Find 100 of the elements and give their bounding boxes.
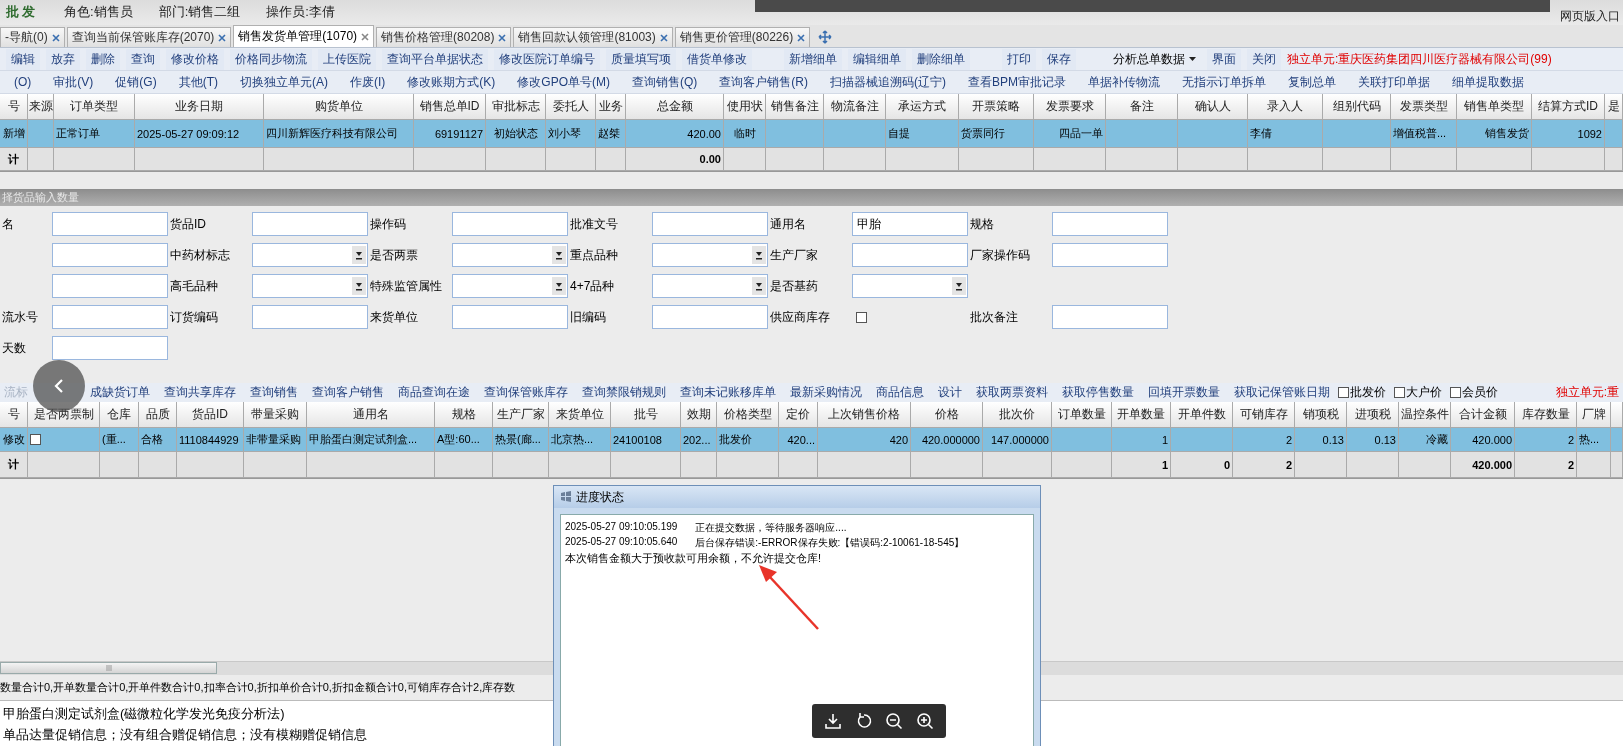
web-entry-link[interactable]: 网页版入口 [1550,0,1620,25]
input-field[interactable] [852,243,968,267]
dropdown-field[interactable] [252,243,368,267]
toolbar-link[interactable]: 获取两票资料 [976,384,1048,401]
tab[interactable]: 销售发货单管理(1070) [233,25,375,47]
toolbar-button[interactable]: 借货单修改 [682,48,752,70]
input-field[interactable] [1052,212,1168,236]
dropdown-field[interactable] [652,243,768,267]
scrollbar-thumb[interactable] [0,662,217,674]
tab[interactable]: -导航(0) [0,27,65,47]
input-field[interactable] [1052,305,1168,329]
close-icon[interactable] [218,33,227,42]
zoom-in-icon[interactable] [915,712,934,730]
toolbar-link[interactable]: 查询共享库存 [164,384,236,401]
input-field[interactable] [252,305,368,329]
caret-icon[interactable] [355,250,363,260]
input-field[interactable] [52,336,168,360]
chevron-left-icon[interactable] [53,378,65,394]
input-field[interactable] [652,305,768,329]
checkbox[interactable] [1338,387,1349,398]
zoom-out-icon[interactable] [885,712,904,730]
checkbox[interactable] [1450,387,1461,398]
toolbar-button[interactable]: 查看BPM审批记录 [960,71,1074,93]
toolbar-link[interactable]: 回填开票数量 [1148,384,1220,401]
input-field[interactable] [52,212,168,236]
add-tab-icon[interactable] [818,30,833,44]
toolbar-button[interactable]: 新增细单 [784,48,842,70]
toolbar-link[interactable]: 商品查询在途 [398,384,470,401]
toolbar-link[interactable]: 查询未记账移库单 [680,384,776,401]
toolbar-button[interactable]: 查询销售(Q) [624,71,706,93]
input-field[interactable] [52,274,168,298]
close-icon[interactable] [659,33,668,42]
download-icon[interactable] [824,712,843,730]
toolbar-link[interactable]: 获取记保管账日期 [1234,384,1330,401]
tab[interactable]: 销售价格管理(80208) [376,27,512,47]
toolbar-button[interactable]: 修改账期方式(K) [399,71,504,93]
caret-icon[interactable] [555,250,563,260]
toolbar-button[interactable]: 放弃 [46,48,80,70]
dropdown-field[interactable] [652,274,768,298]
input-field[interactable] [252,212,368,236]
toolbar-button[interactable]: 促销(G) [107,71,165,93]
input-field[interactable] [452,212,568,236]
toolbar-button[interactable]: 删除 [86,48,120,70]
input-field[interactable] [52,243,168,267]
toolbar-link[interactable]: 查询保管账库存 [484,384,568,401]
toolbar-button[interactable]: 上传医院 [318,48,376,70]
toolbar-button[interactable]: 质量填写项 [606,48,676,70]
toolbar-button[interactable]: (O) [6,73,40,91]
toolbar-button[interactable]: 关联打印单据 [1350,71,1438,93]
toolbar-button[interactable]: 单据补传物流 [1080,71,1168,93]
checkbox[interactable] [30,434,41,445]
input-field[interactable] [1052,243,1168,267]
toolbar-button[interactable]: 查询客户销售(R) [711,71,816,93]
toolbar-button[interactable]: 删除细单 [912,48,970,70]
toolbar-button[interactable]: 扫描器械追溯码(辽宁) [822,71,954,93]
toolbar-link[interactable]: 设计 [938,384,962,401]
dropdown-button[interactable]: 分析总单数据 [1108,48,1201,70]
close-icon[interactable] [797,33,806,42]
table-row[interactable]: 新增 正常订单 2025-05-27 09:09:12 四川新辉医疗科技有限公司 69191127 初始状态 刘小琴 赵桀 420.00 临时 自提 货票同行 四品一单 李倩 增值税普... 销售发货 1092 [0,120,1623,148]
tab[interactable]: 查询当前保管账库存(2070) [66,27,232,47]
toolbar-button[interactable]: 关闭 [1247,48,1281,70]
caret-icon[interactable] [755,250,763,260]
toolbar-link[interactable]: 查询禁限销规则 [582,384,666,401]
toolbar-button[interactable]: 打印 [1002,48,1036,70]
toolbar-button[interactable]: 细单提取数据 [1444,71,1532,93]
caret-icon[interactable] [755,281,763,291]
input-field[interactable]: 甲胎 [852,212,968,236]
close-icon[interactable] [498,33,507,42]
toolbar-button[interactable]: 无指示订单拆单 [1174,71,1274,93]
dropdown-field[interactable] [452,274,568,298]
input-field[interactable] [652,212,768,236]
toolbar-button[interactable]: 修改GPO单号(M) [509,71,618,93]
toolbar-button[interactable]: 修改医院订单编号 [494,48,600,70]
toolbar-link[interactable]: 商品信息 [876,384,924,401]
toolbar-link[interactable]: 获取停售数量 [1062,384,1134,401]
toolbar-button[interactable]: 界面 [1207,48,1241,70]
caret-icon[interactable] [555,281,563,291]
dropdown-field[interactable] [452,243,568,267]
toolbar-link[interactable]: 成缺货订单 [90,384,150,401]
toolbar-link[interactable]: 最新采购情况 [790,384,862,401]
dropdown-field[interactable] [252,274,368,298]
toolbar-button[interactable]: 查询平台单据状态 [382,48,488,70]
toolbar-button[interactable]: 复制总单 [1280,71,1344,93]
caret-icon[interactable] [355,281,363,291]
toolbar-button[interactable]: 编辑细单 [848,48,906,70]
close-icon[interactable] [51,33,60,42]
tab[interactable]: 销售回款认领管理(81003) [513,27,673,47]
toolbar-button[interactable]: 保存 [1042,48,1076,70]
checkbox[interactable] [856,311,867,323]
toolbar-button[interactable]: 其他(T) [170,71,226,93]
toolbar-button[interactable]: 价格同步物流 [230,48,312,70]
input-field[interactable] [452,305,568,329]
toolbar-button[interactable]: 修改价格 [166,48,224,70]
input-field[interactable] [52,305,168,329]
toolbar-link[interactable]: 查询销售 [250,384,298,401]
caret-icon[interactable] [955,281,963,291]
table-row[interactable]: 修改 (重... 合格 1110844929 非带量采购 甲胎蛋白测定试剂盒... A型:60... 热景(廊... 北京热... 24100108 202... 批发价 420... 420 420.000000 147.000000 1 2 0.13 0.13 冷藏 420.000 2 热... [0,428,1623,452]
tab[interactable]: 销售更价管理(80226) [674,27,811,47]
toolbar-button[interactable]: 切换独立单元(A) [232,71,336,93]
toolbar-button[interactable]: 查询 [126,48,160,70]
